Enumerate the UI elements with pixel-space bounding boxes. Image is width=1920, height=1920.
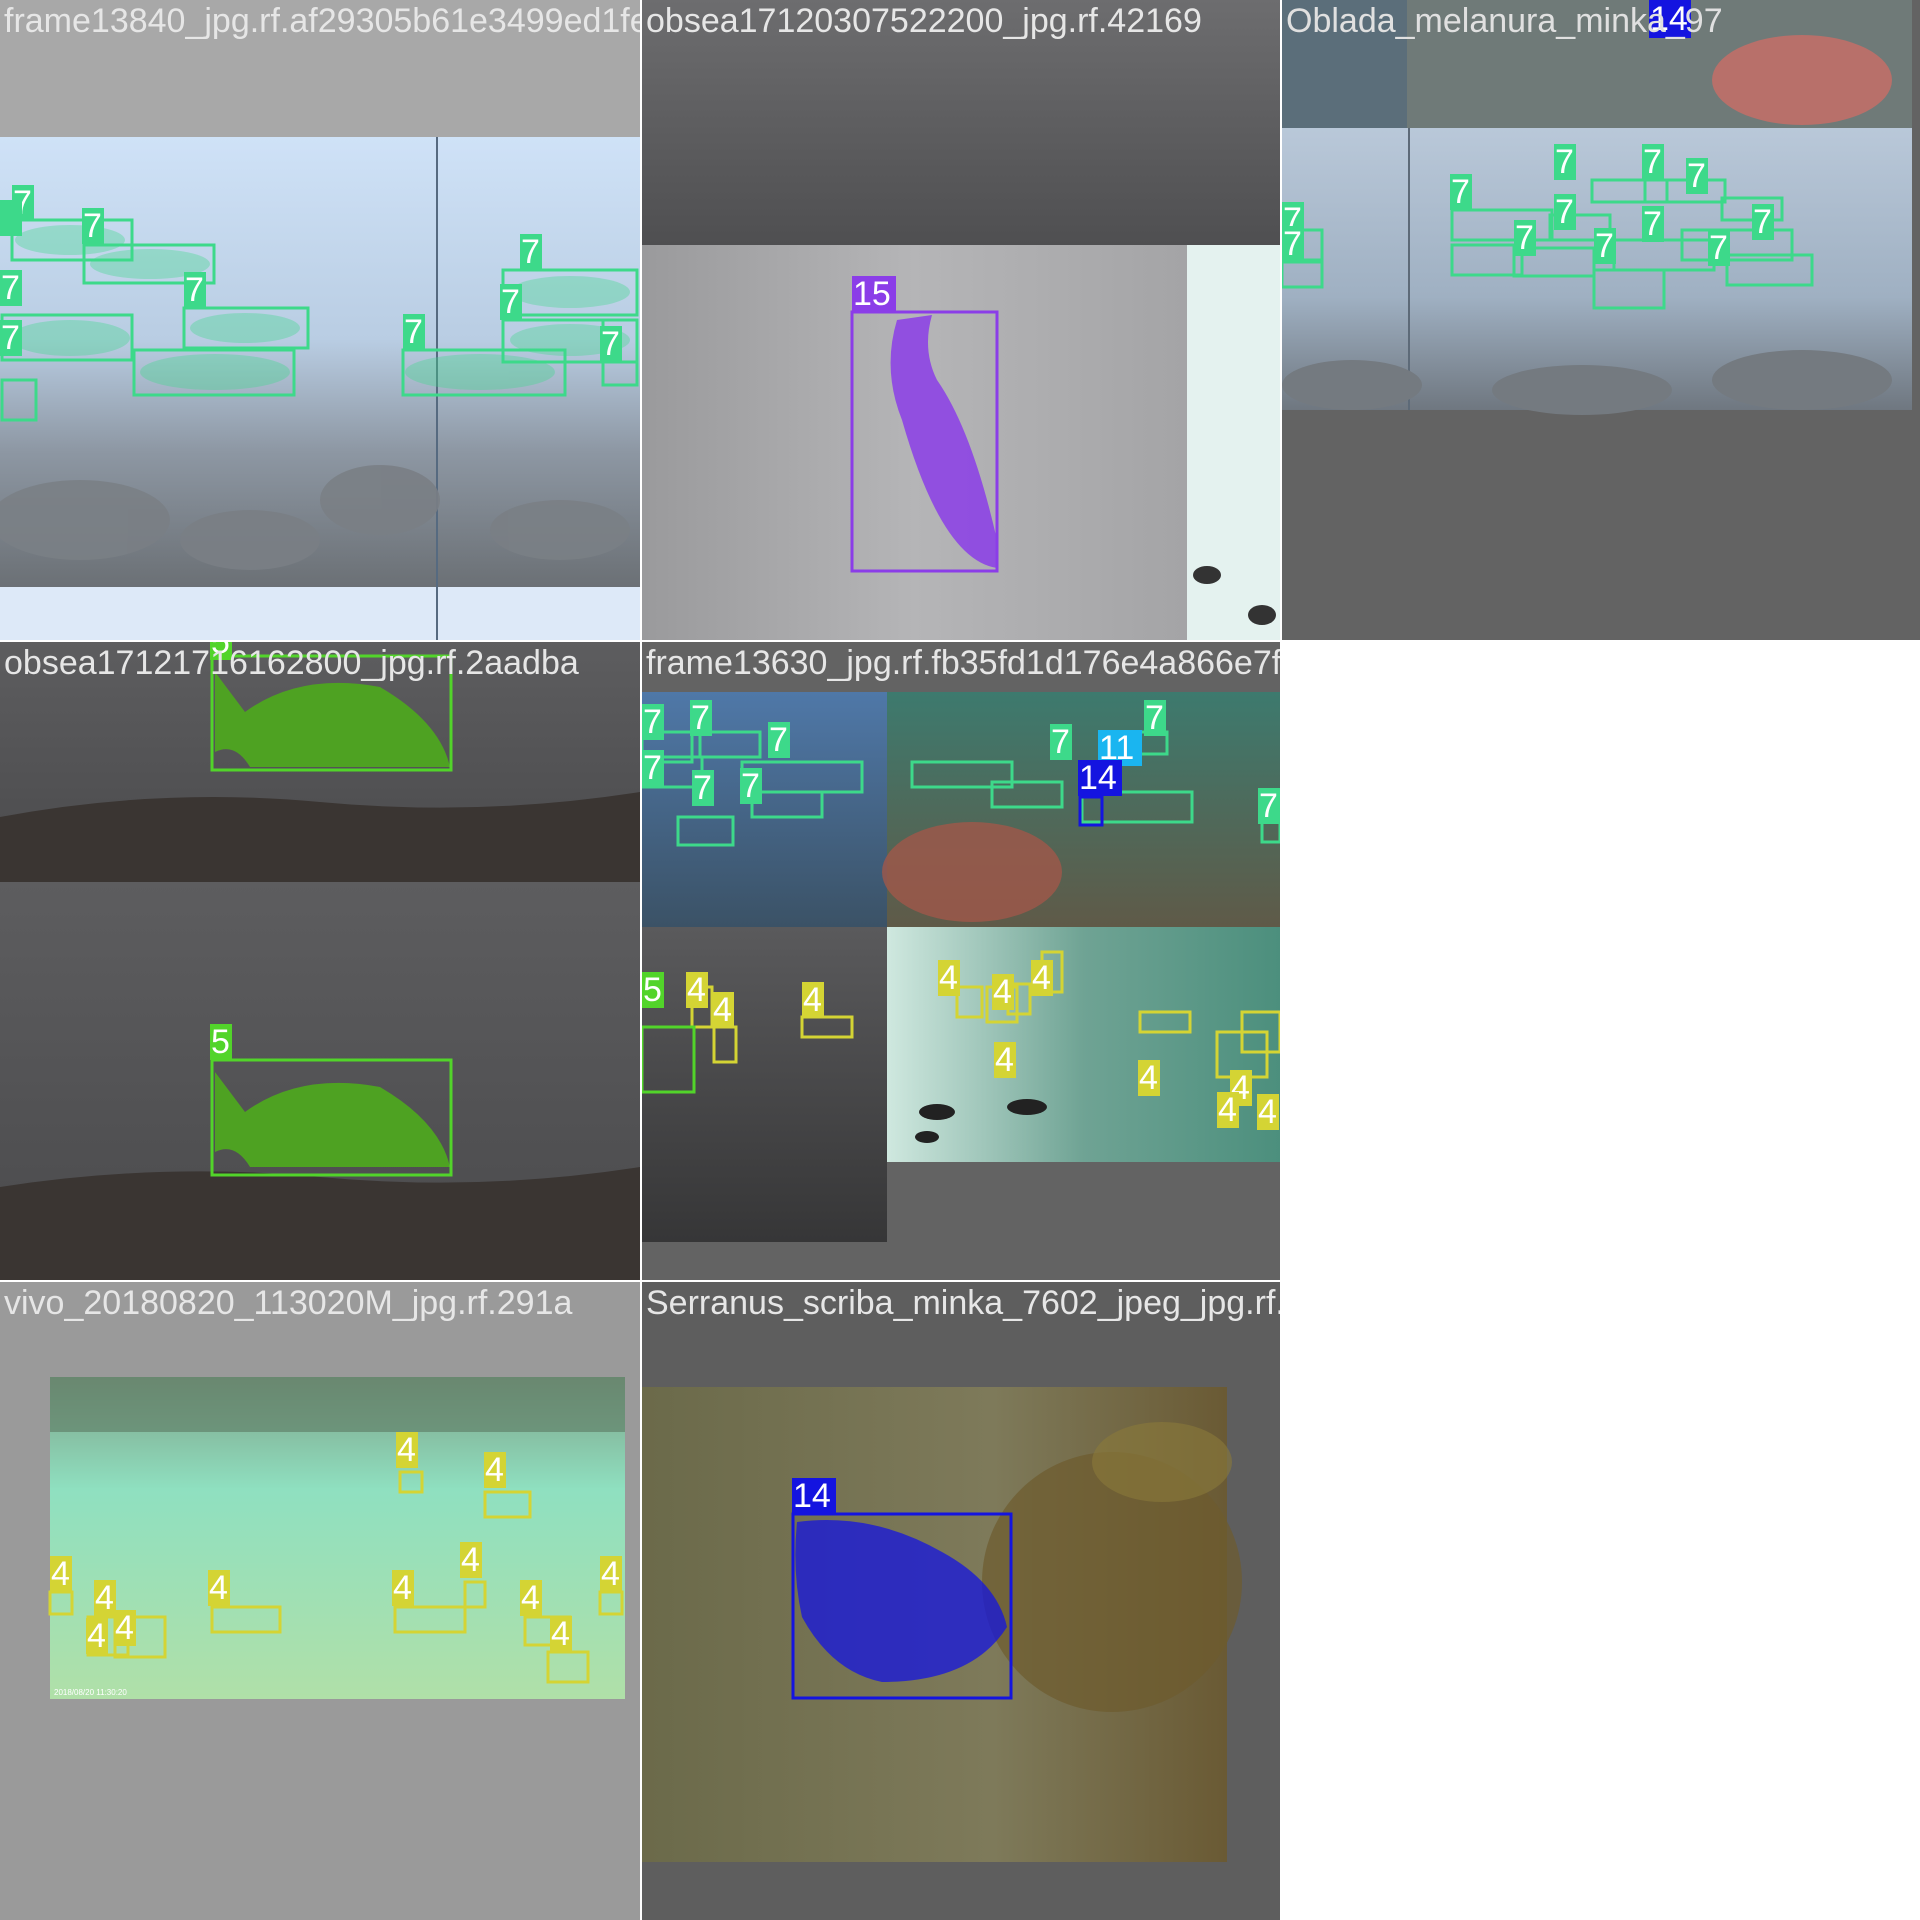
label-7: 7	[1555, 143, 1574, 181]
tile-3-canvas: 14 7 7 7 7 7 7 7 7 7 7 7 7	[1282, 0, 1912, 415]
label-4: 4	[209, 1569, 228, 1607]
label-14: 14	[1650, 0, 1688, 38]
label-5: 5	[211, 642, 230, 661]
label-5: 5	[211, 1023, 230, 1061]
label-4: 4	[397, 1431, 416, 1469]
label-14: 14	[793, 1477, 831, 1515]
label-4: 4	[993, 973, 1012, 1011]
label-7: 7	[1753, 203, 1772, 241]
label-4: 4	[521, 1579, 540, 1617]
label-4: 4	[1218, 1091, 1237, 1129]
label-4: 4	[1032, 959, 1051, 997]
tile-5-canvas: 7 7 7 7 7 7 7 7 7 7 11 14 5 4 4 4	[642, 692, 1280, 1242]
label-14: 14	[1079, 759, 1117, 797]
label-7: 7	[1, 319, 20, 357]
label-4: 4	[939, 959, 958, 997]
label-7: 7	[1687, 157, 1706, 195]
label-7: 7	[643, 749, 662, 787]
label-4: 4	[551, 1615, 570, 1653]
mosaic-tile-3: 14 7 7 7 7 7 7 7 7 7 7 7 7 Oblada_melanu…	[1282, 0, 1920, 640]
mosaic-tile-1: 7 7 7 7 7 7 7 7 7 frame13840_jpg.rf.af29…	[0, 0, 640, 640]
label-7: 7	[693, 769, 712, 807]
label-4: 4	[87, 1617, 106, 1655]
label-7: 7	[1451, 173, 1470, 211]
mosaic-tile-7: 2018/08/20 11:30:20 4 4 4 4 4 4 4 4 4 4 …	[0, 1282, 640, 1920]
label-7: 7	[83, 207, 102, 245]
tile-8-canvas: 14	[642, 1387, 1242, 1862]
label-7: 7	[741, 767, 760, 805]
label-4: 4	[393, 1569, 412, 1607]
label-7: 7	[769, 721, 788, 759]
mosaic-tile-5: 7 7 7 7 7 7 7 7 7 7 11 14 5 4 4 4	[642, 642, 1280, 1280]
label-4: 4	[687, 971, 706, 1009]
label-7: 7	[1643, 143, 1662, 181]
mosaic-tile-8: 14 Serranus_scriba_minka_7602_jpeg_jpg.r…	[642, 1282, 1280, 1920]
label-4: 4	[713, 991, 732, 1029]
label-7: 7	[521, 233, 540, 271]
label-7: 7	[1, 269, 20, 307]
label-7: 7	[1259, 787, 1278, 825]
label-7: 7	[1555, 193, 1574, 231]
mosaic-tile-4: 5 5 obsea17121716162800_jpg.rf.2aadba	[0, 642, 640, 1280]
tile-4-canvas: 5 5	[0, 642, 640, 1280]
label-7: 7	[185, 271, 204, 309]
label-7: 7	[404, 313, 423, 351]
label-4: 4	[1258, 1093, 1277, 1131]
label-4: 4	[461, 1541, 480, 1579]
label-7: 7	[691, 699, 710, 737]
label-4: 4	[51, 1555, 70, 1593]
label-7: 7	[1709, 229, 1728, 267]
label-15: 15	[853, 275, 891, 313]
tile-7-canvas: 2018/08/20 11:30:20 4 4 4 4 4 4 4 4 4 4 …	[48, 1377, 625, 1699]
label-7: 7	[643, 703, 662, 741]
label-7: 7	[1643, 205, 1662, 243]
tile-1-canvas: 7 7 7 7 7 7 7 7 7	[0, 137, 640, 640]
label-7: 7	[1515, 219, 1534, 257]
photo-timestamp: 2018/08/20 11:30:20	[54, 1688, 127, 1697]
label-4: 4	[803, 981, 822, 1019]
mosaic-tile-empty	[1282, 1282, 1920, 1920]
tile-2-canvas: 15	[642, 0, 1280, 640]
label-4: 4	[485, 1451, 504, 1489]
label-7: 7	[1051, 723, 1070, 761]
mosaic-tile-2: 15 obsea17120307522200_jpg.rf.42169	[642, 0, 1280, 640]
label-7: 7	[1145, 699, 1164, 737]
label-7: 7	[1595, 227, 1614, 265]
label-4: 4	[601, 1555, 620, 1593]
label-4: 4	[1139, 1059, 1158, 1097]
label-4: 4	[95, 1579, 114, 1617]
label-5: 5	[643, 971, 662, 1009]
label-7: 7	[1283, 225, 1302, 263]
label-7: 7	[601, 325, 620, 363]
label-4: 4	[995, 1041, 1014, 1079]
mosaic-tile-empty	[1282, 642, 1920, 1280]
label-7: 7	[501, 283, 520, 321]
label-4: 4	[115, 1609, 134, 1647]
